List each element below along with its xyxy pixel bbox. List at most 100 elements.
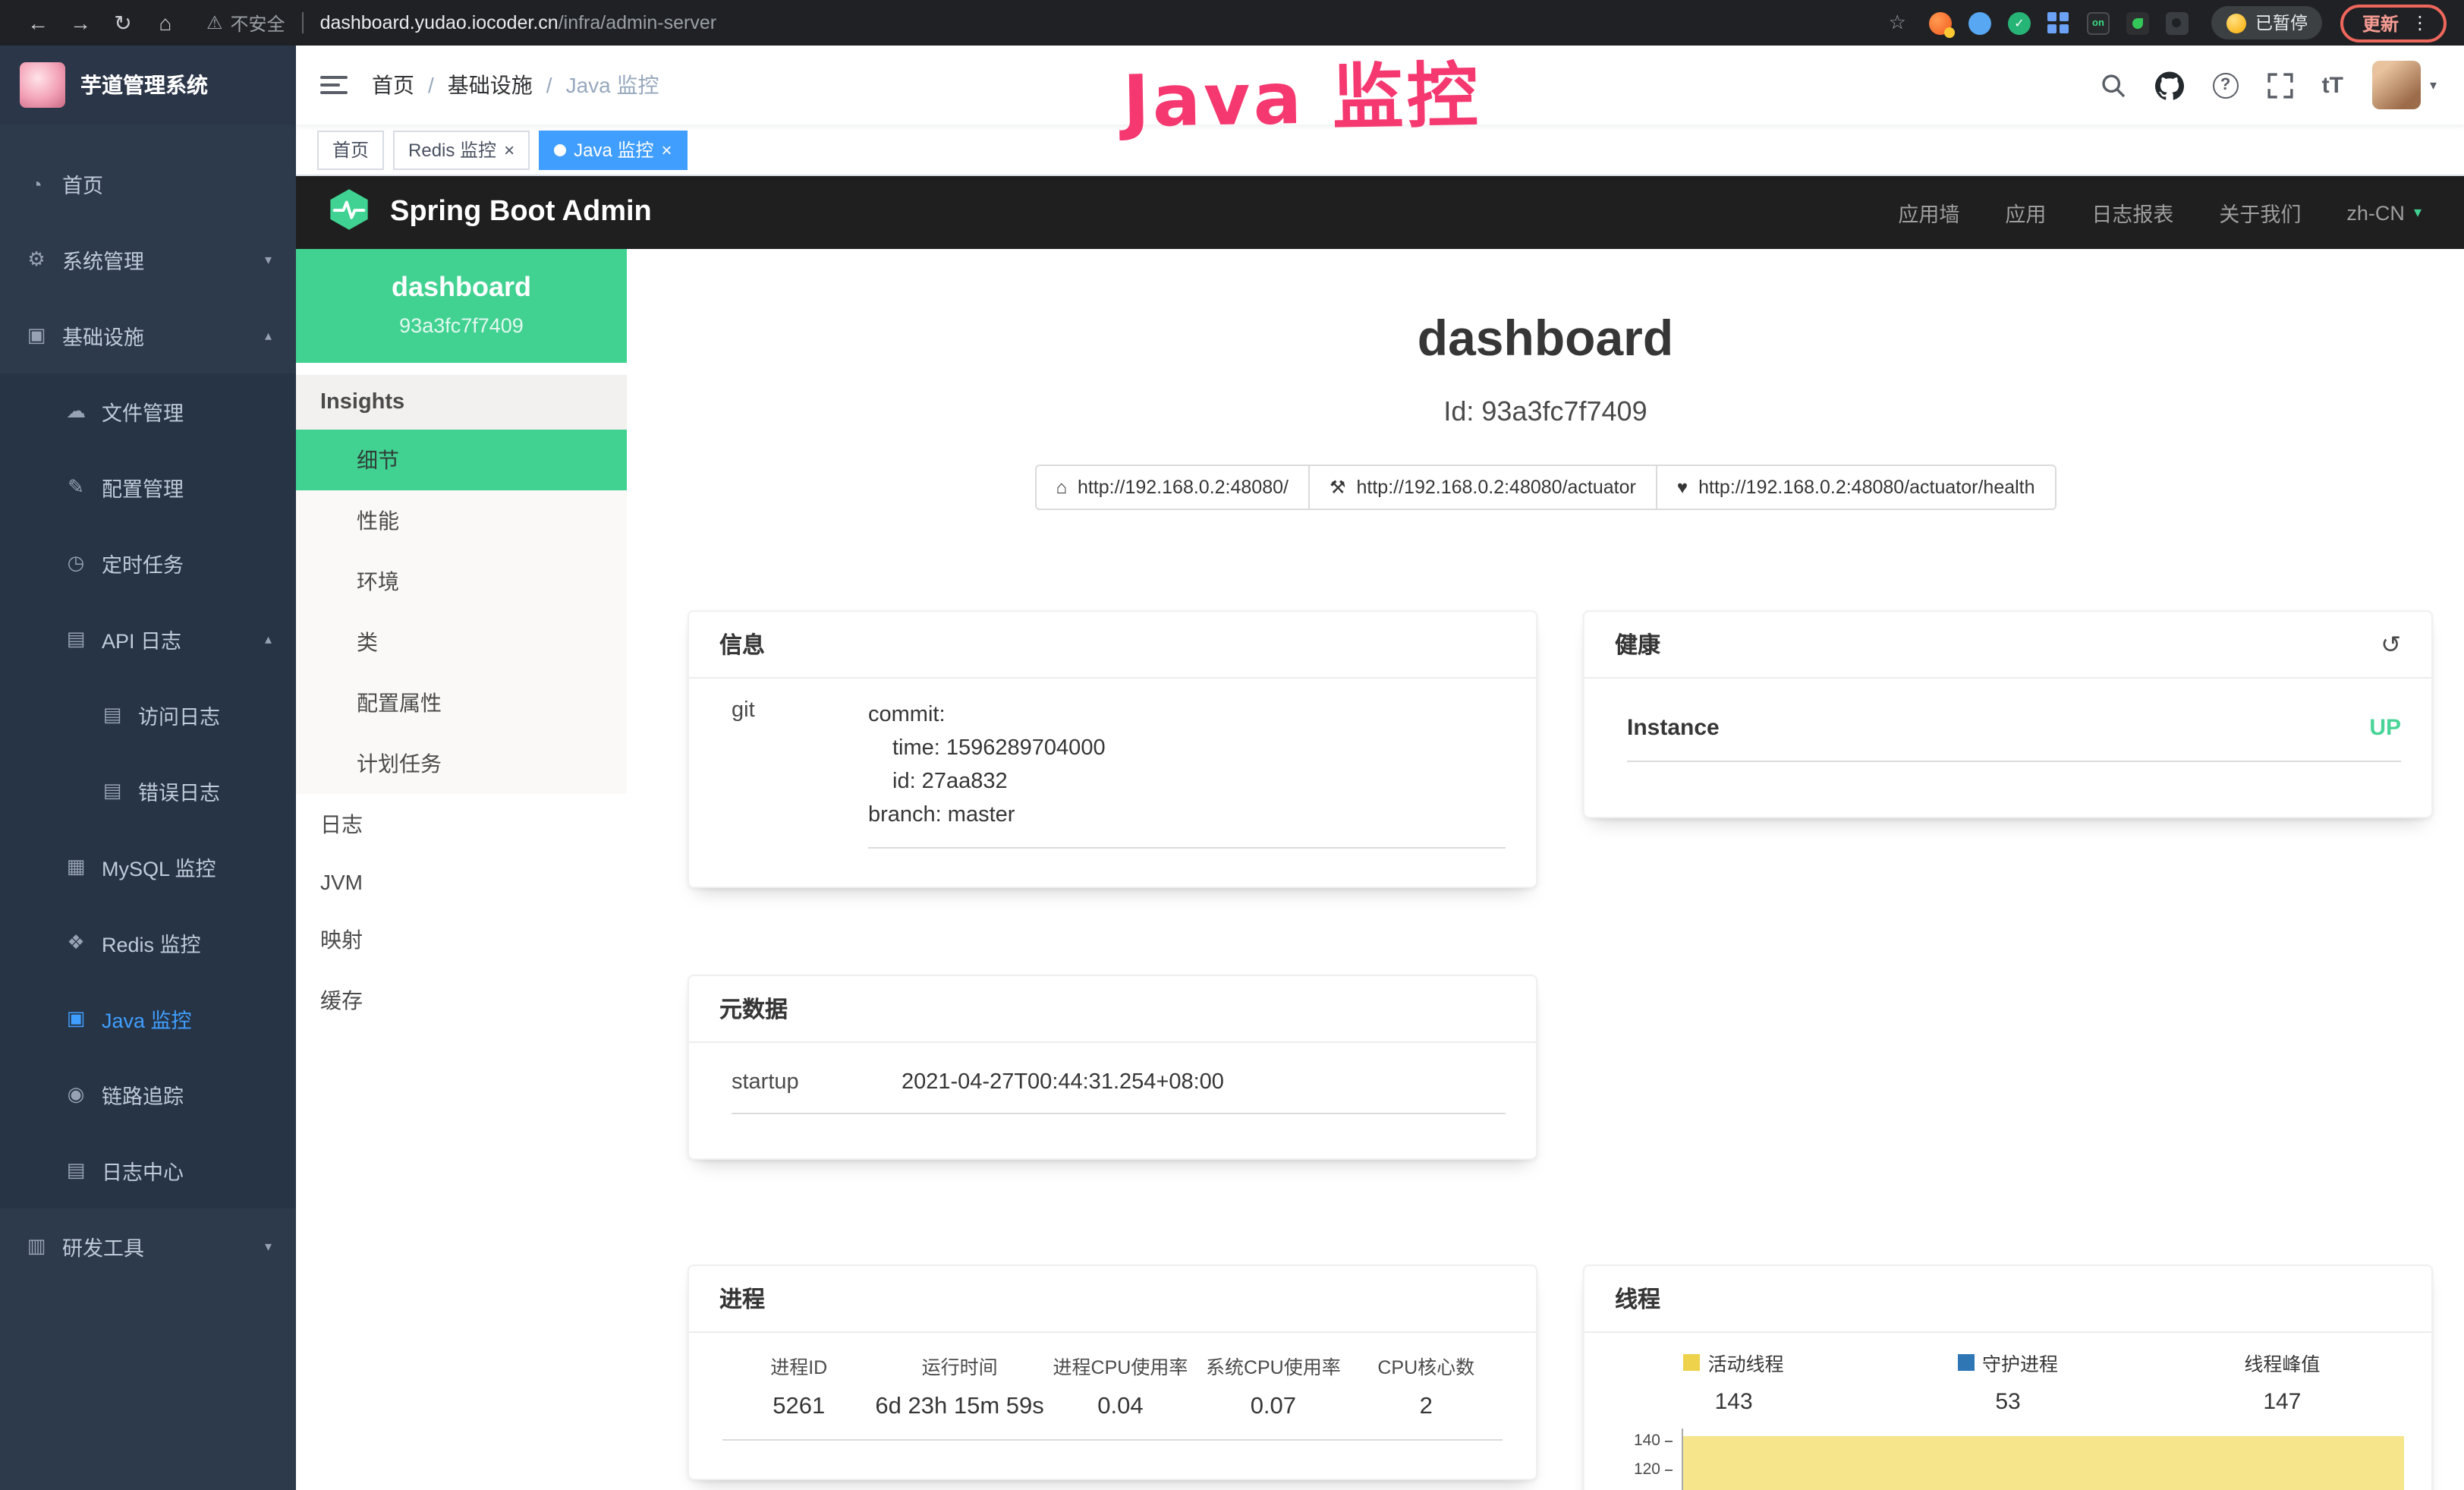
tab-home[interactable]: 首页 (317, 130, 384, 169)
health-url-button[interactable]: ♥ http://192.168.0.2:48080/actuator/heal… (1656, 465, 2056, 510)
user-menu[interactable]: ▾ (2372, 61, 2437, 109)
git-branch-line: branch: master (868, 799, 1506, 832)
home-icon: ⌂ (1056, 477, 1067, 498)
puzzle-extension-icon[interactable] (2166, 11, 2189, 34)
drop-extension-icon[interactable] (1968, 11, 1991, 34)
sidebar-item-config-management[interactable]: ✎ 配置管理 (0, 449, 296, 525)
leaf-extension-icon[interactable] (2126, 11, 2149, 34)
grid-extension-icon[interactable] (2047, 11, 2070, 34)
legend-swatch-blue (1958, 1354, 1975, 1371)
stat-uptime: 运行时间 6d 23h 15m 59s (875, 1351, 1043, 1421)
extension-badge (1944, 27, 1955, 37)
sidebar-item-api-logs[interactable]: ▤ API 日志 ▴ (0, 601, 296, 677)
back-icon[interactable]: ← (18, 5, 58, 41)
sidebar-item-dev-tools[interactable]: ▥ 研发工具 ▾ (0, 1208, 296, 1284)
sba-locale-select[interactable]: zh-CN ▾ (2346, 201, 2422, 224)
eye-icon: ◉ (64, 1082, 88, 1107)
instance-url-button[interactable]: ⌂ http://192.168.0.2:48080/ (1034, 465, 1310, 510)
fox-extension-icon[interactable] (1929, 11, 1952, 34)
security-label: 不安全 (231, 10, 285, 36)
sba-nav-wallboard[interactable]: 应用墙 (1898, 197, 1959, 228)
sba-item-environment[interactable]: 环境 (296, 551, 627, 612)
sidebar-item-file-management[interactable]: ☁ 文件管理 (0, 373, 296, 449)
bookmark-star-icon[interactable]: ☆ (1889, 11, 1906, 35)
tab-redis-monitor[interactable]: Redis 监控 × (393, 130, 530, 169)
sba-instance-header[interactable]: dashboard 93a3fc7f7409 (296, 249, 627, 363)
metadata-key: startup (732, 1070, 902, 1095)
gauge-icon: ◔ (24, 172, 49, 195)
tab-label: Redis 监控 (408, 137, 496, 162)
help-icon[interactable]: ? (2213, 72, 2239, 98)
breadcrumb-separator: / (546, 73, 552, 97)
close-icon[interactable]: × (661, 140, 672, 159)
sidebar-item-mysql-monitor[interactable]: ▦ MySQL 监控 (0, 829, 296, 905)
sba-nav-applications[interactable]: 应用 (2005, 197, 2046, 228)
fullscreen-icon[interactable] (2267, 72, 2293, 98)
top-navbar: 首页 / 基础设施 / Java 监控 ? (296, 46, 2464, 124)
chevron-down-icon: ▾ (265, 251, 272, 268)
sba-nav: 应用墙 应用 日志报表 关于我们 zh-CN ▾ (1898, 197, 2422, 228)
sidebar-item-label: 访问日志 (138, 700, 220, 730)
history-icon[interactable]: ↺ (2381, 629, 2401, 660)
sidebar-item-trace[interactable]: ◉ 链路追踪 (0, 1057, 296, 1132)
sidebar-item-access-logs[interactable]: ▤ 访问日志 (0, 677, 296, 753)
sidebar-item-infrastructure[interactable]: ▣ 基础设施 ▴ (0, 298, 296, 373)
toolbox-icon: ▥ (24, 1234, 49, 1258)
app-logo[interactable]: 芋道管理系统 (0, 46, 296, 124)
sidebar-item-label: 配置管理 (102, 472, 184, 502)
sba-nav-about[interactable]: 关于我们 (2219, 197, 2301, 228)
actuator-url-button[interactable]: ⚒ http://192.168.0.2:48080/actuator (1308, 465, 1657, 510)
document-icon: ▤ (64, 627, 88, 651)
github-icon[interactable] (2155, 71, 2184, 99)
gear-icon: ⚙ (24, 247, 49, 272)
font-size-icon[interactable]: tT (2322, 72, 2343, 98)
avatar (2372, 61, 2421, 109)
site-security-button[interactable]: ⚠ 不安全 (206, 10, 285, 36)
sba-item-performance[interactable]: 性能 (296, 490, 627, 551)
sidebar-item-label: Redis 监控 (102, 928, 201, 958)
sidebar-item-home[interactable]: ◔ 首页 (0, 146, 296, 222)
check-extension-icon[interactable] (2008, 11, 2031, 34)
address-bar[interactable]: dashboard.yudao.iocoder.cn/infra/admin-s… (320, 12, 717, 33)
active-tab-dot (554, 143, 566, 156)
instance-id-subtitle: Id: 93a3fc7f7409 (627, 396, 2464, 428)
breadcrumb-home[interactable]: 首页 (372, 70, 414, 100)
paused-label: 已暂停 (2255, 11, 2308, 35)
kebab-menu-icon[interactable]: ⋮ (2411, 12, 2429, 33)
forward-icon[interactable]: → (61, 5, 100, 41)
sidebar-item-log-center[interactable]: ▤ 日志中心 (0, 1132, 296, 1208)
sba-item-scheduled-tasks[interactable]: 计划任务 (296, 733, 627, 794)
close-icon[interactable]: × (504, 140, 515, 159)
update-button[interactable]: 更新 ⋮ (2341, 4, 2446, 42)
link-url: http://192.168.0.2:48080/ (1078, 477, 1289, 498)
home-icon[interactable]: ⌂ (146, 5, 185, 41)
paused-chip[interactable]: 已暂停 (2211, 6, 2323, 39)
health-instance-label: Instance (1627, 715, 1720, 741)
url-host: dashboard.yudao.iocoder.cn (320, 12, 559, 33)
sba-item-classes[interactable]: 类 (296, 612, 627, 673)
sba-nav-journal[interactable]: 日志报表 (2091, 197, 2173, 228)
sidebar-item-system-management[interactable]: ⚙ 系统管理 ▾ (0, 222, 296, 298)
sba-item-details[interactable]: 细节 (296, 430, 627, 490)
health-card: 健康 ↺ Instance UP (1583, 610, 2433, 818)
card-title: 元数据 (719, 993, 788, 1025)
sba-item-mappings[interactable]: 映射 (296, 909, 627, 970)
breadcrumb-infrastructure[interactable]: 基础设施 (448, 70, 533, 100)
sidebar-item-label: 文件管理 (102, 396, 184, 427)
sidebar-item-scheduled-tasks[interactable]: ◷ 定时任务 (0, 525, 296, 601)
link-url: http://192.168.0.2:48080/actuator/health (1698, 477, 2034, 498)
sidebar-item-error-logs[interactable]: ▤ 错误日志 (0, 753, 296, 829)
sba-item-jvm[interactable]: JVM (296, 855, 627, 909)
hamburger-icon[interactable] (320, 70, 348, 100)
sidebar-item-redis-monitor[interactable]: ❖ Redis 监控 (0, 905, 296, 981)
search-icon[interactable] (2101, 72, 2126, 98)
sba-item-caches[interactable]: 缓存 (296, 970, 627, 1031)
reload-icon[interactable]: ↻ (103, 5, 143, 41)
sba-item-config-properties[interactable]: 配置属性 (296, 673, 627, 733)
switch-extension-icon[interactable]: on (2087, 11, 2110, 34)
sba-item-logs[interactable]: 日志 (296, 794, 627, 855)
sidebar-item-java-monitor[interactable]: ▣ Java 监控 (0, 981, 296, 1057)
chevron-down-icon: ▾ (265, 1238, 272, 1255)
tab-java-monitor[interactable]: Java 监控 × (539, 130, 687, 169)
breadcrumb: 首页 / 基础设施 / Java 监控 (372, 70, 659, 100)
